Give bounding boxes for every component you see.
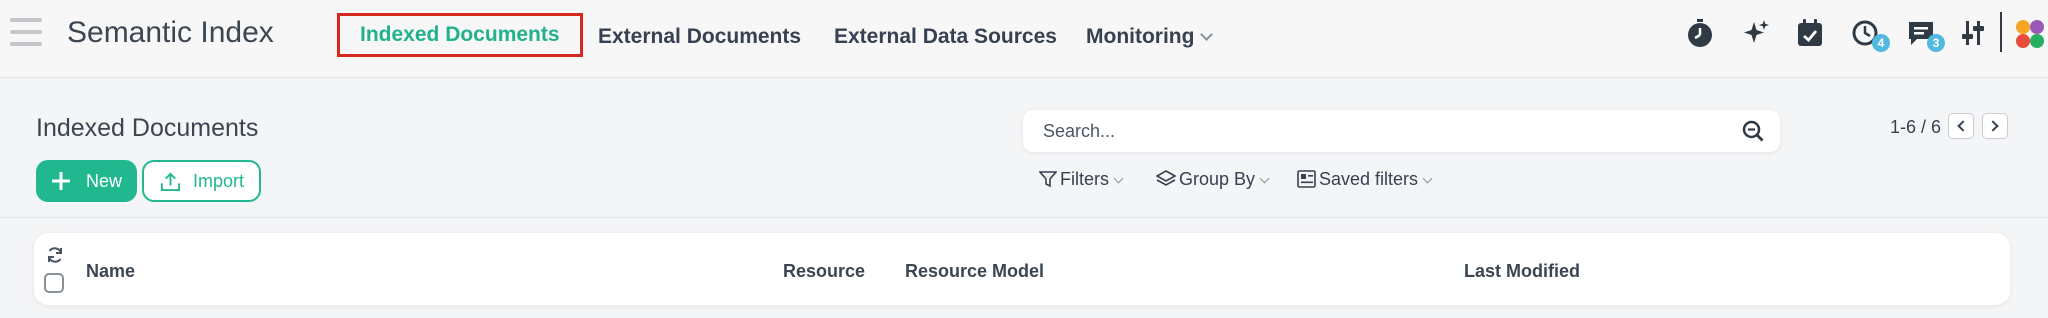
pager-previous-button[interactable]	[1948, 113, 1974, 139]
saved-filters-dropdown[interactable]: Saved filters	[1297, 167, 1433, 191]
group-by-dropdown[interactable]: Group By	[1156, 167, 1270, 191]
group-by-label: Group By	[1179, 169, 1256, 189]
filters-label: Filters	[1060, 169, 1109, 189]
nav-indexed-documents[interactable]: Indexed Documents	[337, 13, 583, 57]
calendar-check-icon[interactable]	[1796, 18, 1828, 50]
import-button-label: Import	[193, 171, 245, 191]
activity-clock-icon[interactable]: 4	[1852, 18, 1890, 52]
search-input[interactable]	[1043, 110, 1723, 152]
chevron-down-icon	[1422, 173, 1433, 184]
page-title: Indexed Documents	[36, 114, 259, 142]
refresh-icon[interactable]	[46, 246, 64, 264]
select-all-checkbox[interactable]	[44, 273, 64, 293]
documents-table: Name Resource Resource Model Last Modifi…	[34, 233, 2010, 305]
activity-count-badge: 4	[1872, 34, 1890, 52]
systray-divider	[2000, 12, 2002, 52]
column-header-name[interactable]: Name	[86, 259, 135, 283]
sparkle-icon[interactable]	[1741, 18, 1773, 50]
pager-next-button[interactable]	[1982, 113, 2008, 139]
saved-filter-card-icon	[1297, 170, 1316, 188]
menu-icon[interactable]	[10, 18, 42, 48]
column-header-last-modified[interactable]: Last Modified	[1464, 259, 1580, 283]
upload-icon	[160, 172, 181, 192]
column-header-resource-model[interactable]: Resource Model	[905, 259, 1044, 283]
plus-icon	[52, 172, 70, 190]
new-button[interactable]: New	[36, 160, 137, 202]
chevron-down-icon	[1200, 28, 1214, 41]
new-button-label: New	[86, 171, 123, 191]
search-bar	[1023, 110, 1780, 152]
chevron-down-icon	[1259, 173, 1270, 184]
messages-count-badge: 3	[1927, 34, 1945, 52]
filter-funnel-icon	[1039, 171, 1057, 188]
column-header-resource[interactable]: Resource	[783, 259, 865, 283]
app-switcher-icon[interactable]	[2014, 18, 2046, 50]
filters-dropdown[interactable]: Filters	[1039, 167, 1124, 191]
chevron-down-icon	[1113, 173, 1124, 184]
search-toggle-icon[interactable]	[1742, 120, 1764, 142]
chevron-right-icon	[1987, 120, 1999, 132]
import-button[interactable]: Import	[142, 160, 261, 202]
app-title[interactable]: Semantic Index	[67, 14, 274, 52]
messages-icon[interactable]: 3	[1907, 18, 1945, 52]
layers-icon	[1156, 170, 1176, 186]
top-navbar: Semantic Index Indexed Documents Externa…	[0, 0, 2048, 78]
pager-value[interactable]: 1-6 / 6	[1890, 115, 1941, 139]
nav-external-documents[interactable]: External Documents	[598, 20, 801, 54]
settings-sliders-icon[interactable]	[1961, 18, 1993, 50]
nav-external-data-sources[interactable]: External Data Sources	[834, 20, 1057, 54]
nav-monitoring-label: Monitoring	[1086, 25, 1195, 48]
saved-filters-label: Saved filters	[1319, 169, 1419, 189]
chevron-left-icon	[1957, 120, 1969, 132]
nav-monitoring[interactable]: Monitoring	[1086, 20, 1214, 54]
stopwatch-icon[interactable]	[1686, 18, 1718, 50]
